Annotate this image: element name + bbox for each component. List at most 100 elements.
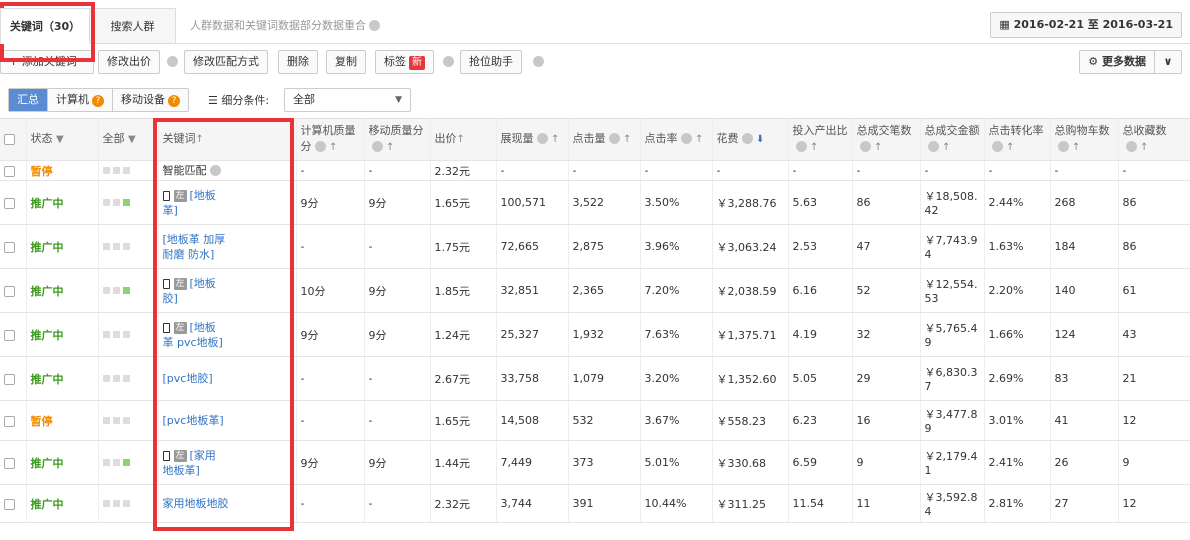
orders-cell: 16	[852, 400, 921, 441]
tab-keywords[interactable]: 关键词（30）	[0, 8, 90, 44]
row-checkbox-cell[interactable]	[0, 180, 27, 225]
checkbox[interactable]	[4, 498, 15, 510]
segment-computer[interactable]: 计算机?	[48, 89, 113, 111]
header-gmv[interactable]: 总成交金额 ↑	[920, 118, 985, 161]
tab-search-crowd[interactable]: 搜索人群	[90, 8, 176, 44]
header-fav[interactable]: 总收藏数 ↑	[1118, 118, 1190, 161]
keyword-cell[interactable]: 左 [地板 胶]	[158, 268, 297, 313]
header-status[interactable]: 状态 ▼	[26, 118, 99, 161]
header-roi[interactable]: 投入产出比 ↑	[788, 118, 853, 161]
header-select-all[interactable]	[0, 118, 27, 161]
ctr-cell: 7.63%	[640, 312, 713, 357]
checkbox[interactable]	[4, 285, 15, 297]
keyword-cell[interactable]: [pvc地板革]	[158, 400, 297, 441]
keyword-link[interactable]: [地板革 加厚 耐磨 防水]	[163, 232, 292, 262]
header-cart[interactable]: 总购物车数 ↑	[1050, 118, 1119, 161]
keyword-link[interactable]: 左 [地板 胶]	[162, 276, 292, 306]
sort-down-icon: ⬇	[756, 134, 765, 145]
bid-cell[interactable]: 1.24元	[430, 312, 497, 357]
row-checkbox-cell[interactable]	[0, 224, 27, 269]
caret-down-icon: ▼	[128, 134, 136, 145]
segment-mobile[interactable]: 移动设备?	[113, 89, 188, 111]
tag-button[interactable]: 标签新	[375, 50, 434, 74]
keyword-link[interactable]: 左 [家用 地板革]	[162, 448, 292, 478]
header-bid[interactable]: 出价↑	[430, 118, 497, 161]
keyword-link[interactable]: 左 [地板 革]	[162, 188, 292, 218]
bid-cell[interactable]: 2.32元	[430, 160, 497, 181]
bid-cell[interactable]: 1.44元	[430, 440, 497, 485]
checkbox[interactable]	[4, 457, 15, 469]
checkbox[interactable]	[4, 165, 15, 177]
keyword-link[interactable]: 智能匹配	[163, 163, 292, 178]
row-checkbox-cell[interactable]	[0, 160, 27, 181]
header-cost[interactable]: 花费 ⬇	[712, 118, 789, 161]
header-ctr[interactable]: 点击率 ↑	[640, 118, 713, 161]
keyword-link[interactable]: 家用地板地胶	[163, 496, 292, 511]
row-checkbox-cell[interactable]	[0, 440, 27, 485]
header-clicks[interactable]: 点击量 ↑	[568, 118, 641, 161]
header-mobile-quality[interactable]: 移动质量分 ↑	[364, 118, 431, 161]
row-checkbox-cell[interactable]	[0, 400, 27, 441]
delete-button[interactable]: 删除	[278, 50, 318, 74]
header-all[interactable]: 全部 ▼	[98, 118, 159, 161]
ctr-cell: 3.50%	[640, 180, 713, 225]
help-icon[interactable]	[167, 56, 178, 67]
header-impressions[interactable]: 展现量 ↑	[496, 118, 569, 161]
date-range-picker[interactable]: ▦ 2016-02-21 至 2016-03-21	[990, 12, 1182, 38]
keyword-cell[interactable]: 智能匹配	[158, 160, 297, 181]
table-header: 状态 ▼ 全部 ▼ 关键词↑ 计算机质量分 ↑ 移动质量分 ↑ 出价↑ 展现量 …	[0, 118, 1190, 161]
bid-cell[interactable]: 1.75元	[430, 224, 497, 269]
pc-quality-cell: 9分	[296, 312, 365, 357]
copy-button[interactable]: 复制	[326, 50, 366, 74]
bid-cell[interactable]: 1.85元	[430, 268, 497, 313]
header-orders[interactable]: 总成交笔数 ↑	[852, 118, 921, 161]
bid-cell[interactable]: 2.32元	[430, 484, 497, 523]
sort-icon: ↑	[551, 134, 560, 145]
checkbox[interactable]	[4, 241, 15, 253]
help-icon[interactable]	[369, 19, 380, 31]
checkbox[interactable]	[4, 415, 15, 427]
header-cvr[interactable]: 点击转化率 ↑	[984, 118, 1051, 161]
checkbox[interactable]	[4, 373, 15, 385]
row-checkbox-cell[interactable]	[0, 356, 27, 401]
keyword-cell[interactable]: 左 [地板革 pvc地板]	[158, 312, 297, 357]
keyword-cell[interactable]: [pvc地胶]	[158, 356, 297, 401]
checkbox[interactable]	[4, 134, 15, 145]
keyword-link[interactable]: [pvc地板革]	[163, 413, 292, 428]
mobile-quality-cell: 9分	[364, 268, 431, 313]
segment-summary[interactable]: 汇总	[9, 89, 48, 111]
modify-bid-button[interactable]: 修改出价	[98, 50, 160, 74]
help-icon[interactable]	[209, 164, 221, 176]
rank-helper-button[interactable]: 抢位助手	[460, 50, 522, 74]
help-icon[interactable]	[443, 56, 454, 67]
bid-cell[interactable]: 2.67元	[430, 356, 497, 401]
row-checkbox-cell[interactable]	[0, 312, 27, 357]
sort-icon: ↑	[329, 142, 338, 153]
header-pc-quality[interactable]: 计算机质量分 ↑	[296, 118, 365, 161]
help-icon[interactable]	[533, 56, 544, 67]
bid-cell[interactable]: 1.65元	[430, 400, 497, 441]
keyword-link[interactable]: [pvc地胶]	[163, 371, 292, 386]
toolbar: + 添加关键词 修改出价 修改匹配方式 删除 复制 标签新 抢位助手 ⚙ 更多数…	[0, 50, 1190, 78]
device-status-square	[122, 331, 130, 338]
add-keyword-button[interactable]: + 添加关键词	[0, 50, 94, 74]
filter-condition-select[interactable]: 全部 ▼	[284, 88, 411, 112]
table-row: 推广中 左 [地板 胶] 10分 9分 1.85元 32,851 2,365 7.2…	[0, 268, 1190, 313]
keyword-cell[interactable]: [地板革 加厚 耐磨 防水]	[158, 224, 297, 269]
device-status-square	[112, 199, 120, 206]
chevron-down-icon[interactable]: ∨	[1155, 51, 1181, 73]
keyword-cell[interactable]: 家用地板地胶	[158, 484, 297, 523]
checkbox[interactable]	[4, 329, 15, 341]
modify-match-button[interactable]: 修改匹配方式	[184, 50, 268, 74]
bid-cell[interactable]: 1.65元	[430, 180, 497, 225]
keyword-link[interactable]: 左 [地板革 pvc地板]	[162, 320, 292, 350]
cost-cell: -	[712, 160, 789, 181]
more-data-button[interactable]: ⚙ 更多数据 ∨	[1079, 50, 1182, 74]
sort-icon: ↑	[1140, 142, 1149, 153]
checkbox[interactable]	[4, 197, 15, 209]
keyword-cell[interactable]: 左 [地板 革]	[158, 180, 297, 225]
keyword-cell[interactable]: 左 [家用 地板革]	[158, 440, 297, 485]
row-checkbox-cell[interactable]	[0, 484, 27, 523]
row-checkbox-cell[interactable]	[0, 268, 27, 313]
header-keyword[interactable]: 关键词↑	[158, 118, 297, 161]
